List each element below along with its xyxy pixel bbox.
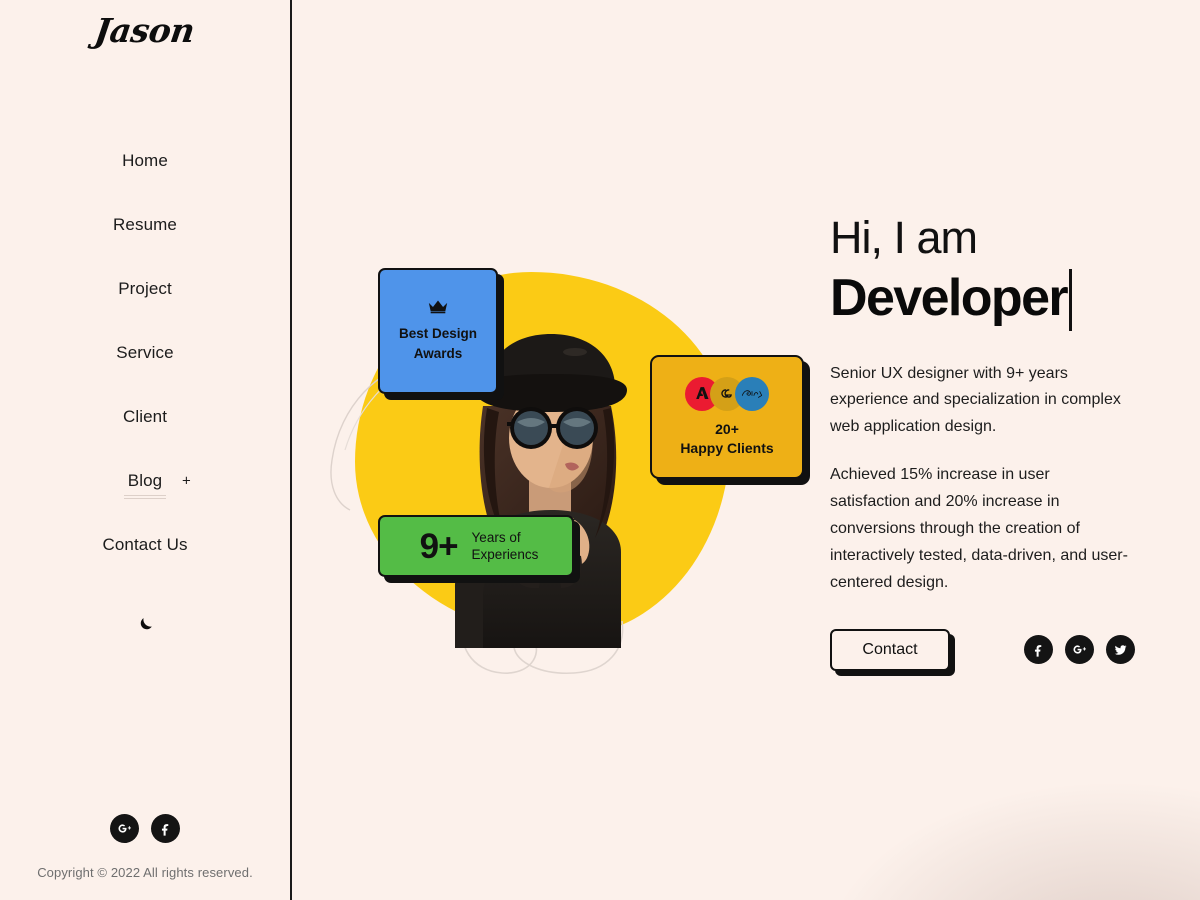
sidebar-item-project[interactable]: Project bbox=[0, 257, 290, 321]
card-years-of-experience[interactable]: 9+ Years of Experiencs bbox=[378, 515, 574, 577]
moon-icon[interactable] bbox=[136, 615, 155, 638]
hero-intro: Hi, I am Developer Senior UX designer wi… bbox=[830, 212, 1170, 671]
clients-label: Happy Clients bbox=[680, 439, 774, 456]
expand-plus-icon[interactable]: + bbox=[182, 473, 191, 490]
clients-count: 20+ bbox=[715, 420, 739, 437]
client-logo-avatars bbox=[685, 376, 769, 411]
sidebar-social-links bbox=[110, 814, 180, 843]
contact-button[interactable]: Contact bbox=[830, 628, 950, 671]
sidebar-footer: Copyright © 2022 All rights reserved. bbox=[0, 814, 290, 880]
google-plus-icon[interactable] bbox=[1065, 635, 1094, 665]
sidebar-item-label: Service bbox=[116, 343, 174, 362]
twitter-icon[interactable] bbox=[1106, 635, 1135, 665]
years-number: 9+ bbox=[419, 526, 459, 566]
hero-bio-paragraph-1: Senior UX designer with 9+ years experie… bbox=[830, 364, 1121, 436]
facebook-icon[interactable] bbox=[1024, 635, 1053, 665]
sidebar-item-resume[interactable]: Resume bbox=[0, 193, 290, 257]
years-label: Years of Experiencs bbox=[472, 529, 539, 564]
hero-role: Developer bbox=[830, 269, 1069, 327]
sidebar-item-contact-us[interactable]: Contact Us bbox=[0, 513, 290, 577]
sidebar-item-label: Resume bbox=[113, 215, 177, 234]
copyright-text: Copyright © 2022 All rights reserved. bbox=[37, 865, 253, 880]
google-plus-icon[interactable] bbox=[110, 814, 139, 843]
hero-role-line: Developer bbox=[830, 267, 1170, 331]
logo[interactable]: Jason bbox=[93, 11, 198, 50]
sidebar-item-blog[interactable]: Blog + bbox=[0, 449, 290, 513]
years-label-line-1: Years of bbox=[471, 529, 521, 545]
hero-bio-paragraph-2: Achieved 15% increase in user satisfacti… bbox=[830, 466, 1128, 591]
active-nav-underline bbox=[124, 495, 166, 499]
corner-glow-decoration bbox=[820, 780, 1200, 900]
years-label-line-2: Experiencs bbox=[471, 547, 539, 562]
facebook-icon[interactable] bbox=[151, 814, 180, 843]
typing-caret bbox=[1069, 268, 1073, 331]
card-label-line-2: Awards bbox=[413, 346, 463, 361]
hero-visual: Best Design Awards 20+ Happy Clients 9+ … bbox=[310, 250, 804, 680]
sidebar-item-client[interactable]: Client bbox=[0, 385, 290, 449]
hero-social-links bbox=[1024, 635, 1135, 665]
sidebar-item-label: Home bbox=[122, 151, 168, 170]
main-content: Best Design Awards 20+ Happy Clients 9+ … bbox=[292, 0, 1200, 900]
card-happy-clients[interactable]: 20+ Happy Clients bbox=[650, 355, 804, 479]
sidebar-item-label: Project bbox=[118, 279, 172, 298]
sidebar: Jason Home Resume Project Service Client… bbox=[0, 0, 292, 900]
card-best-design-awards[interactable]: Best Design Awards bbox=[378, 268, 498, 394]
sidebar-item-label: Contact Us bbox=[102, 535, 188, 554]
sidebar-item-label: Client bbox=[122, 407, 168, 426]
disney-logo-avatar bbox=[735, 376, 769, 411]
sidebar-item-service[interactable]: Service bbox=[0, 321, 290, 385]
main-navigation: Home Resume Project Service Client Blog … bbox=[0, 129, 290, 577]
crown-icon bbox=[427, 299, 449, 318]
hero-greeting: Hi, I am bbox=[830, 212, 978, 263]
card-label-line-1: Best Design bbox=[398, 326, 478, 342]
sidebar-item-label: Blog bbox=[127, 471, 163, 490]
sidebar-item-home[interactable]: Home bbox=[0, 129, 290, 193]
hero-cta-row: Contact bbox=[830, 628, 1170, 671]
